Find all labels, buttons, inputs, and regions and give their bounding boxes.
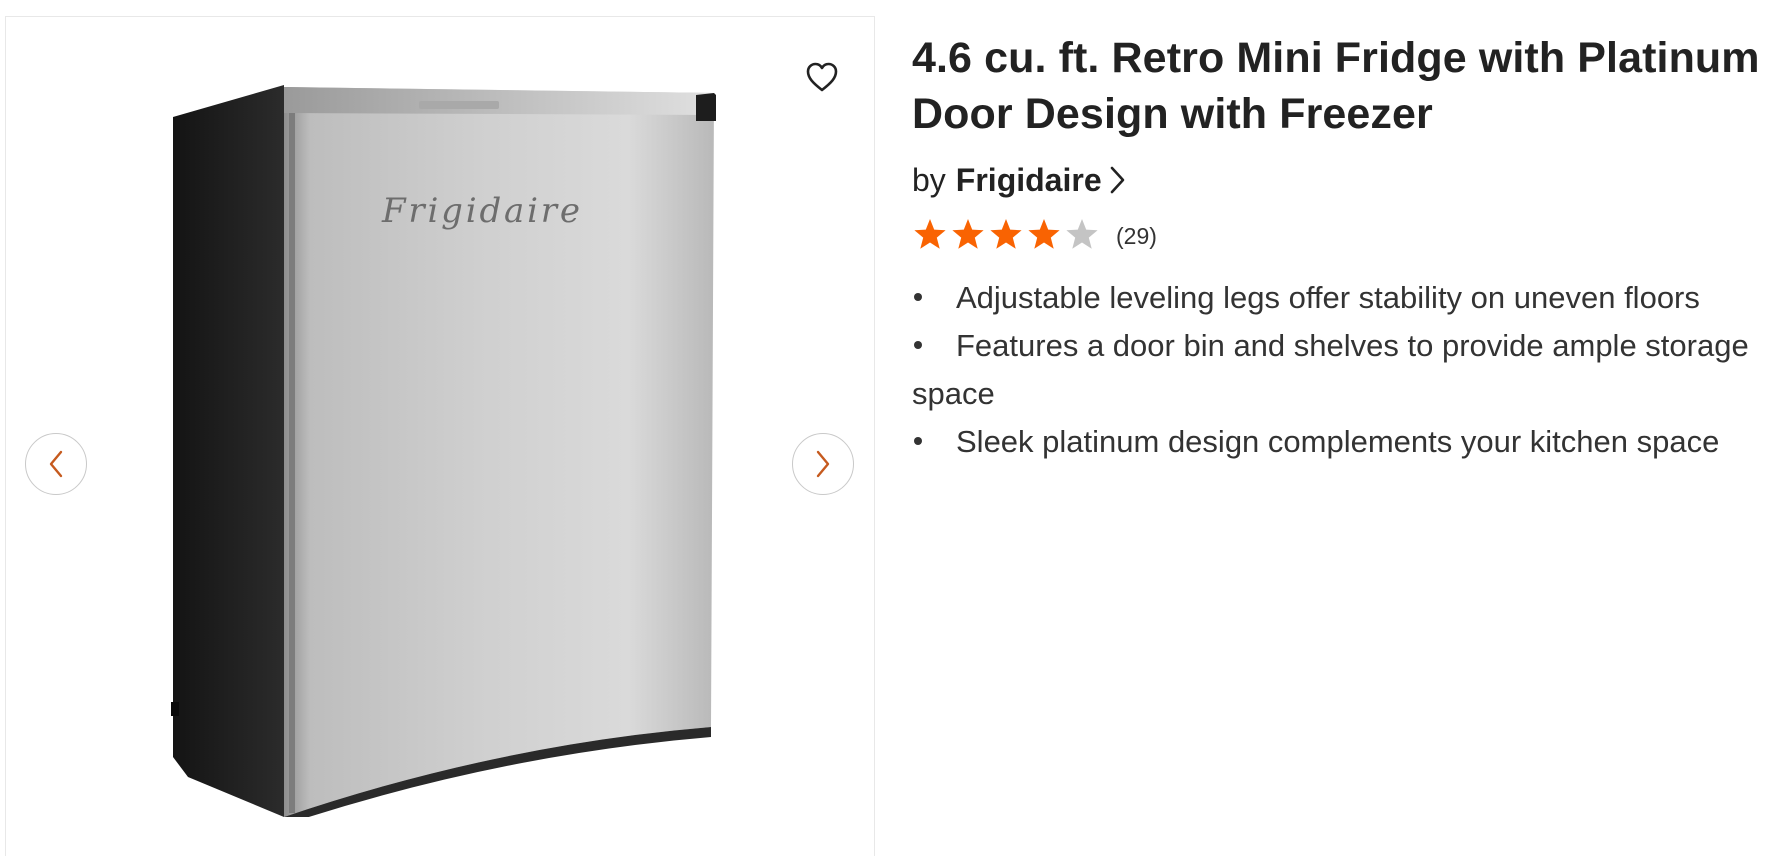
bullet-icon [914, 292, 922, 301]
highlight-item: Sleek platinum design complements your k… [912, 418, 1762, 466]
highlight-item: Adjustable leveling legs offer stability… [912, 274, 1762, 322]
bullet-icon [914, 340, 922, 349]
product-image-gallery: Frigidaire [5, 16, 875, 856]
star-filled-icon [988, 217, 1024, 256]
bullet-icon [914, 436, 922, 445]
rating-summary[interactable]: (29) [912, 216, 1762, 256]
heart-icon [806, 62, 838, 92]
product-highlights: Adjustable leveling legs offer stability… [912, 274, 1762, 466]
brand-row: by Frigidaire [912, 160, 1762, 200]
brand-name: Frigidaire [955, 162, 1102, 198]
star-filled-icon [950, 217, 986, 256]
product-title: 4.6 cu. ft. Retro Mini Fridge with Plati… [912, 34, 1760, 138]
highlight-text: Sleek platinum design complements your k… [956, 424, 1720, 459]
highlight-item: Features a door bin and shelves to provi… [912, 322, 1762, 418]
chevron-right-icon [1108, 165, 1126, 195]
star-filled-icon [1026, 217, 1062, 256]
add-to-favorites-button[interactable] [798, 53, 846, 101]
star-filled-icon [912, 217, 948, 256]
chevron-left-icon [49, 450, 63, 478]
product-details: 4.6 cu. ft. Retro Mini Fridge with Plati… [912, 30, 1762, 466]
product-image: Frigidaire [171, 85, 716, 817]
next-image-button[interactable] [792, 433, 854, 495]
brand-by-label: by [912, 162, 946, 198]
chevron-right-icon [816, 450, 830, 478]
star-rating [912, 217, 1100, 256]
previous-image-button[interactable] [25, 433, 87, 495]
highlight-text: Features a door bin and shelves to provi… [912, 328, 1749, 411]
highlight-text: Adjustable leveling legs offer stability… [956, 280, 1700, 315]
review-count: (29) [1116, 222, 1157, 249]
brand-link[interactable]: Frigidaire [956, 160, 1126, 200]
brand-logo-script: Frigidaire [381, 191, 582, 231]
star-empty-icon [1064, 217, 1100, 256]
